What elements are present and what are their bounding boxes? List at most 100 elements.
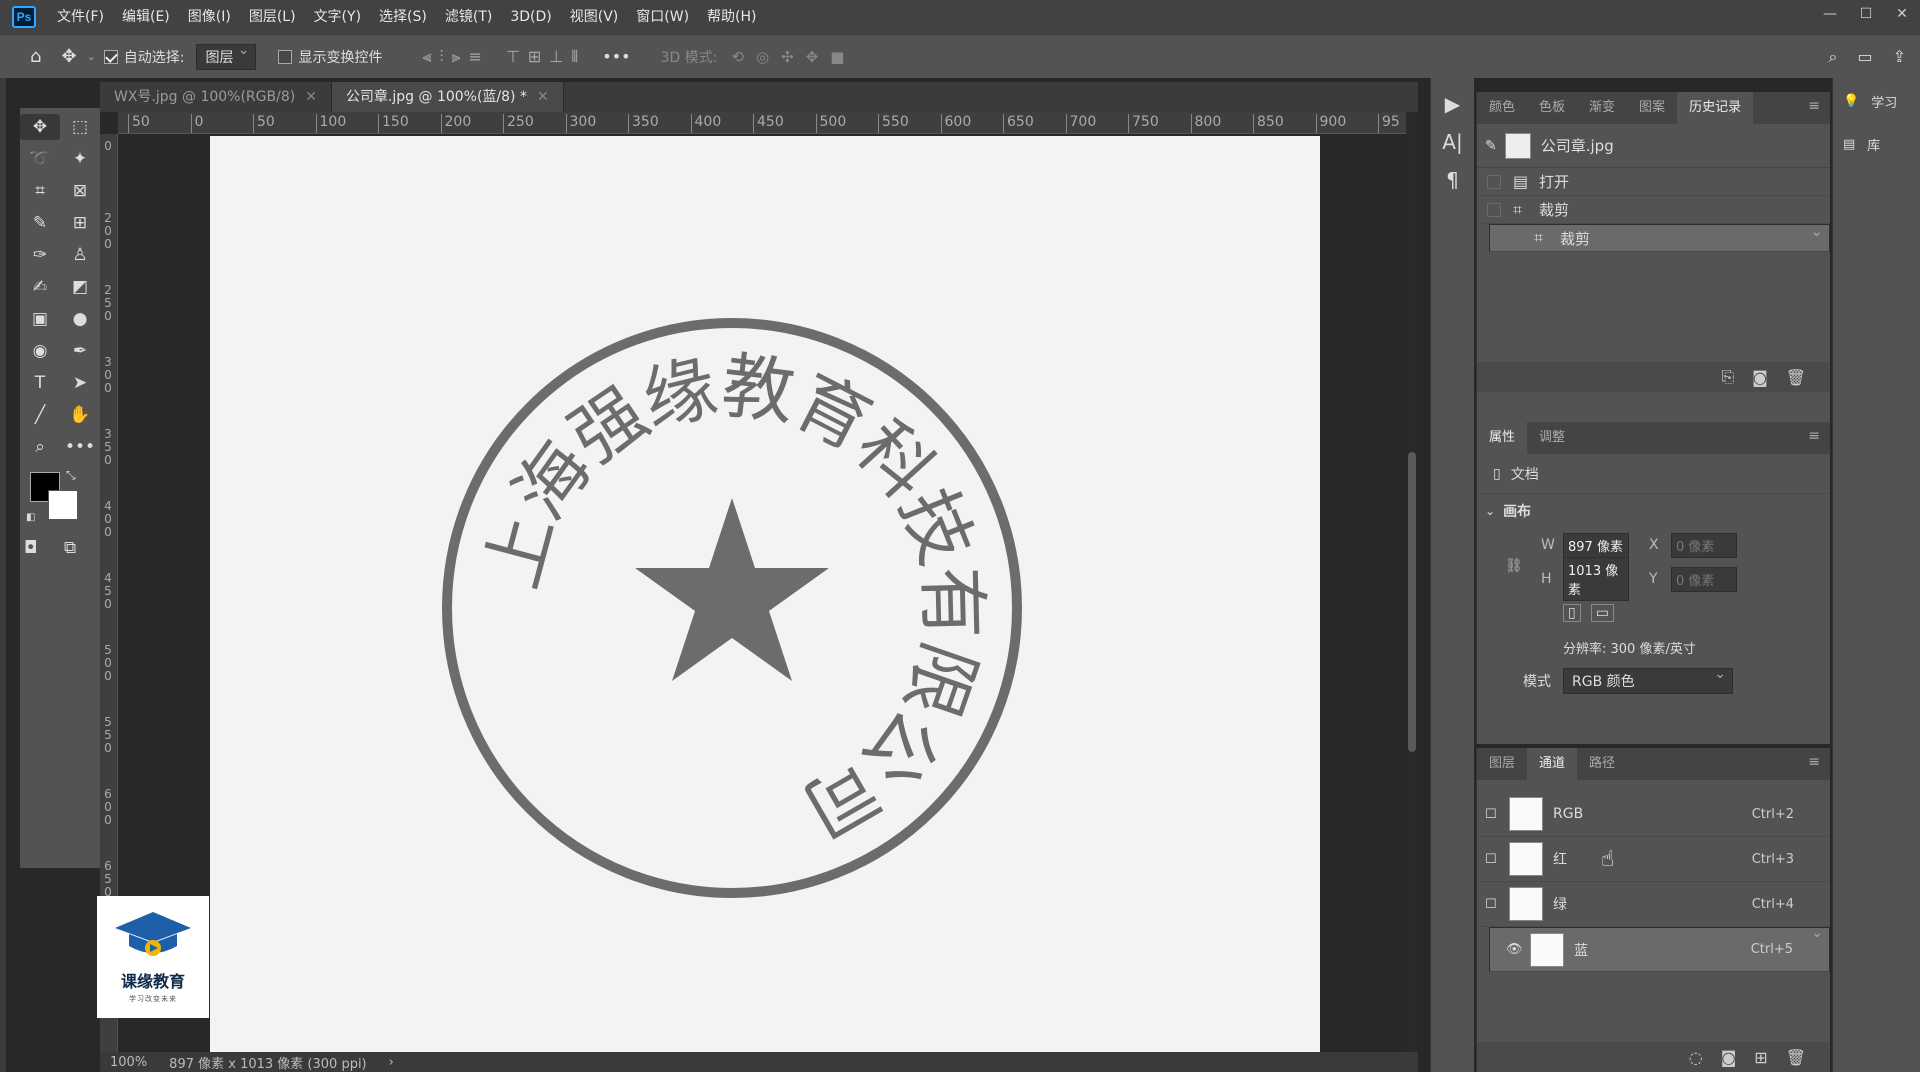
align-middle-icon[interactable]: ⊞ [528, 47, 541, 67]
channel-red[interactable]: ☐ 红 ☝ Ctrl+3 [1477, 837, 1830, 882]
3d-orbit-icon[interactable]: ⟲ [731, 48, 744, 66]
tab-color[interactable]: 颜色 [1477, 92, 1527, 124]
maximize-icon[interactable]: ☐ [1848, 0, 1884, 30]
vertical-scrollbar[interactable] [1406, 112, 1418, 1052]
align-left-icon[interactable]: ⫷ [422, 47, 431, 67]
tab-swatches[interactable]: 色板 [1527, 92, 1577, 124]
checkbox-icon[interactable] [278, 49, 293, 64]
default-colors-icon[interactable]: ◧ [26, 512, 35, 523]
y-field[interactable]: 0 像素 [1671, 566, 1737, 592]
screen-mode-icon[interactable]: ⧉ [64, 538, 76, 558]
blur-tool-icon[interactable]: ● [60, 306, 100, 332]
tab-channels[interactable]: 通道 [1527, 748, 1578, 780]
stamp-tool-icon[interactable]: ♙ [60, 242, 100, 268]
share-icon[interactable]: ⇪ [1893, 47, 1906, 67]
library-button[interactable]: ▤ 库 [1833, 121, 1920, 164]
link-icon[interactable]: ⛓ [1505, 558, 1523, 574]
menu-layer[interactable]: 图层(L) [240, 0, 305, 34]
3d-camera-icon[interactable]: ■ [830, 48, 844, 66]
patch-tool-icon[interactable]: ⊞ [60, 210, 100, 236]
history-step[interactable]: ▤ 打开 [1477, 168, 1830, 196]
canvas-area[interactable]: 上海强缘教育科技有限公司 [118, 134, 1408, 1052]
learn-button[interactable]: 💡 学习 [1833, 78, 1920, 121]
history-brush-icon[interactable]: ✍ [20, 274, 60, 300]
align-center-icon[interactable]: ⫶ [440, 47, 444, 67]
menu-window[interactable]: 窗口(W) [627, 0, 698, 34]
menu-select[interactable]: 选择(S) [370, 0, 436, 34]
background-color-swatch[interactable] [48, 490, 78, 520]
minimize-icon[interactable]: — [1812, 0, 1848, 30]
menu-3d[interactable]: 3D(D) [501, 0, 560, 34]
frame-tool-icon[interactable]: ⊠ [60, 178, 100, 204]
hand-tool-icon[interactable]: ✋ [60, 402, 100, 428]
swap-colors-icon[interactable]: ⤡ [66, 468, 76, 483]
document-canvas[interactable]: 上海强缘教育科技有限公司 [210, 136, 1320, 1052]
path-select-icon[interactable]: ➤ [60, 370, 100, 396]
more-tools-icon[interactable]: ••• [60, 434, 100, 460]
play-icon[interactable]: ▶ [1431, 92, 1474, 116]
trash-icon[interactable]: 🗑 [1786, 1048, 1806, 1067]
visibility-toggle[interactable]: ☐ [1485, 807, 1509, 822]
height-field[interactable]: 1013 像素 [1563, 557, 1629, 601]
history-step-selected[interactable]: ⌗ 裁剪 [1489, 222, 1830, 252]
move-tool-icon[interactable]: ✥ [61, 46, 76, 67]
quick-mask-icon[interactable]: ◘ [24, 538, 37, 558]
portrait-icon[interactable]: ▯ [1563, 604, 1581, 622]
scroll-thumb[interactable] [1408, 452, 1416, 752]
3d-roll-icon[interactable]: ◎ [756, 48, 769, 66]
panel-menu-icon[interactable]: ≡ [1808, 428, 1820, 444]
auto-select-dropdown[interactable]: 图层 [196, 42, 257, 70]
eye-icon[interactable]: 👁 [1506, 942, 1530, 957]
menu-view[interactable]: 视图(V) [561, 0, 628, 34]
eyedropper-icon[interactable]: ✎ [20, 210, 60, 236]
character-icon[interactable]: A| [1431, 130, 1474, 154]
panel-menu-icon[interactable]: ≡ [1808, 98, 1820, 114]
brush-tool-icon[interactable]: ✑ [20, 242, 60, 268]
visibility-toggle[interactable]: ☐ [1485, 852, 1509, 867]
tab-company-seal[interactable]: 公司章.jpg @ 100%(蓝/8) * ✕ [331, 82, 564, 112]
3d-pan-icon[interactable]: ✣ [781, 48, 794, 66]
menu-file[interactable]: 文件(F) [48, 0, 113, 34]
close-icon[interactable]: ✕ [1884, 0, 1920, 30]
visibility-toggle[interactable]: ☐ [1485, 897, 1509, 912]
menu-filter[interactable]: 滤镜(T) [436, 0, 501, 34]
magic-wand-icon[interactable]: ✦ [60, 146, 100, 172]
snapshot-camera-icon[interactable]: ◙ [1752, 368, 1768, 387]
trash-icon[interactable]: 🗑 [1786, 368, 1806, 387]
crop-tool-icon[interactable]: ⌗ [20, 178, 60, 204]
menu-help[interactable]: 帮助(H) [698, 0, 765, 34]
tab-patterns[interactable]: 图案 [1627, 92, 1677, 124]
chevron-down-icon[interactable]: ⌄ [1485, 504, 1495, 518]
checkbox-checked-icon[interactable] [103, 49, 118, 64]
channel-rgb[interactable]: ☐ RGB Ctrl+2 [1477, 792, 1830, 837]
tab-history[interactable]: 历史记录 [1677, 92, 1754, 124]
more-options-icon[interactable]: ••• [602, 47, 630, 67]
dodge-tool-icon[interactable]: ◉ [20, 338, 60, 364]
workspace-icon[interactable]: ▭ [1857, 47, 1872, 67]
show-transform-checkbox[interactable]: 显示变换控件 [278, 47, 382, 67]
home-icon[interactable]: ⌂ [30, 46, 41, 67]
type-tool-icon[interactable]: T [20, 370, 60, 396]
distribute-icon[interactable]: ≡ [469, 47, 482, 67]
marquee-tool-icon[interactable]: ⬚ [60, 114, 100, 140]
tab-gradient[interactable]: 渐变 [1577, 92, 1627, 124]
align-top-icon[interactable]: ⊤ [506, 47, 520, 67]
menu-image[interactable]: 图像(I) [179, 0, 240, 34]
move-tool-icon[interactable]: ✥ [20, 114, 60, 140]
zoom-level[interactable]: 100% [110, 1055, 147, 1070]
history-brush-icon[interactable]: ✎ [1485, 138, 1497, 154]
chevron-down-icon[interactable]: ⌄ [87, 50, 96, 63]
tab-layers[interactable]: 图层 [1477, 748, 1527, 780]
new-document-from-state-icon[interactable]: ⎘ [1721, 367, 1734, 387]
align-right-icon[interactable]: ⫸ [452, 47, 461, 67]
mode-dropdown[interactable]: RGB 颜色 [1563, 666, 1733, 694]
gradient-tool-icon[interactable]: ▣ [20, 306, 60, 332]
new-channel-icon[interactable]: ⊞ [1754, 1048, 1767, 1067]
history-snapshot[interactable]: ✎ 公司章.jpg [1477, 124, 1830, 168]
zoom-tool-icon[interactable]: ⌕ [20, 434, 60, 460]
pen-tool-icon[interactable]: ✒ [60, 338, 100, 364]
menu-edit[interactable]: 编辑(E) [113, 0, 179, 34]
auto-select-checkbox[interactable]: 自动选择: [103, 47, 184, 67]
3d-slide-icon[interactable]: ✥ [806, 48, 819, 66]
distribute-vertical-icon[interactable]: ⦀ [571, 47, 578, 67]
